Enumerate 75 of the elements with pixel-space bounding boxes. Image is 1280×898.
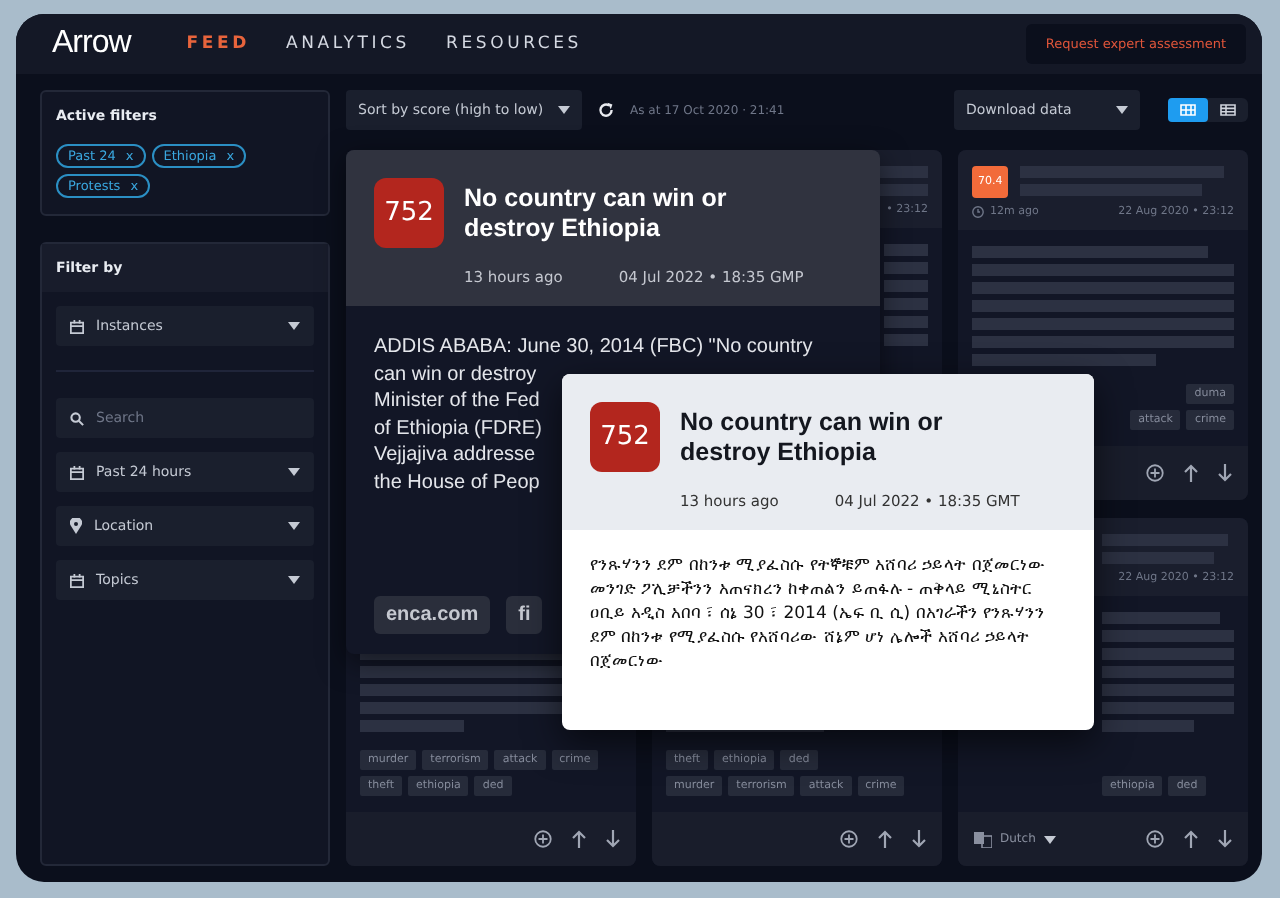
downvote-button[interactable] — [912, 830, 926, 848]
placeholder-bar — [1102, 533, 1228, 545]
caret-icon — [288, 322, 300, 330]
caret-icon — [1116, 106, 1128, 114]
article-text-line: ADDIS ABABA: June 30, 2014 (FBC) "No country — [374, 334, 813, 361]
add-circle-icon — [1146, 463, 1164, 482]
location-pin-icon — [70, 518, 82, 534]
placeholder-bar — [1102, 719, 1195, 731]
placeholder-bar — [1102, 701, 1234, 713]
upvote-button[interactable] — [878, 830, 892, 848]
placeholder-bar — [883, 334, 928, 346]
add-button[interactable] — [840, 830, 858, 848]
down-arrow-icon — [1218, 463, 1232, 482]
nav-tab[interactable]: RESOURCES — [446, 34, 582, 54]
logo[interactable]: Arrow — [52, 26, 131, 62]
card-title: No country can win or destroy Ethiopia — [464, 183, 729, 243]
add-circle-icon — [1146, 830, 1164, 848]
placeholder-bar — [1102, 647, 1234, 659]
refresh-icon[interactable] — [598, 102, 614, 118]
article-text-line: can win or destroy — [374, 361, 537, 388]
placeholder-bar — [883, 316, 928, 328]
article-text-line: Minister of the Fed — [374, 388, 540, 415]
article-text-line: of Ethiopia (FDRE) — [374, 415, 542, 442]
add-circle-icon — [840, 830, 858, 848]
up-arrow-icon — [1184, 830, 1198, 848]
placeholder-bar — [1102, 611, 1221, 623]
add-button[interactable] — [1146, 830, 1164, 848]
down-arrow-icon — [606, 830, 620, 848]
article-text-line: Vejjajiva addresse — [374, 442, 536, 469]
nav-tab[interactable]: ANALYTICS — [285, 34, 410, 54]
up-arrow-icon — [878, 830, 892, 848]
placeholder-bar — [1102, 551, 1215, 563]
placeholder-bar — [883, 280, 928, 292]
table-icon — [1220, 104, 1236, 116]
placeholder-bar — [883, 262, 928, 274]
placeholder-bar — [360, 720, 465, 732]
source-chip[interactable]: enca.com — [374, 596, 491, 634]
up-arrow-icon — [1184, 463, 1198, 482]
search-icon — [70, 411, 84, 425]
add-button[interactable] — [1146, 463, 1164, 482]
placeholder-bar — [1102, 665, 1234, 677]
article-text: የንጹሃንን ደም በከንቱ ሚያፈስሱ የትኞቹም አሸባሪ ኃይላት በጀመርነው መንገድ ፖሊቻችንን አጠናክረን ከቀጠልን ይጠፋሉ - ጠቅላይ ሚኒስትር ዐቢይ አዲስ አበባ ፣ ሰኔ 30 ፣ 2014 (ኤፍ ቢ ሲ) በአገራችን የንጹሃንን ደም በከንቱ የሚያፈስሱ የአሸባሪው ሸኔም ሆነ ሌሎች አሸባሪ ኃይላት በጀመርነው — [588, 554, 1048, 676]
downvote-button[interactable] — [1218, 830, 1232, 848]
grid-view-button[interactable] — [1168, 98, 1208, 122]
score-badge: 752 — [374, 178, 444, 248]
calendar-icon — [70, 465, 84, 479]
add-button[interactable] — [534, 830, 552, 848]
upvote-button[interactable] — [1184, 830, 1198, 848]
nav-tab[interactable]: FEED — [186, 34, 250, 54]
downvote-button[interactable] — [606, 830, 620, 848]
upvote-button[interactable] — [572, 830, 586, 848]
source-chip[interactable]: fi — [506, 596, 543, 634]
caret-icon — [288, 522, 300, 530]
downvote-button[interactable] — [1218, 463, 1232, 482]
placeholder-bar — [1102, 683, 1234, 695]
calendar-icon — [70, 573, 84, 587]
clock-icon — [972, 206, 984, 218]
article-text-line: the House of Peop — [374, 469, 540, 496]
caret-icon — [558, 106, 570, 114]
popup-title: No country can win or destroy Ethiopia — [680, 407, 945, 467]
calendar-icon — [70, 319, 84, 333]
score-badge: 752 — [590, 402, 660, 472]
translate-icon — [974, 831, 992, 847]
upvote-button[interactable] — [1184, 463, 1198, 482]
caret-icon — [288, 468, 300, 476]
caret-icon — [288, 576, 300, 584]
placeholder-bar — [883, 244, 928, 256]
grid-icon — [1180, 104, 1196, 116]
down-arrow-icon — [912, 830, 926, 848]
add-circle-icon — [534, 830, 552, 848]
up-arrow-icon — [572, 830, 586, 848]
placeholder-bar — [1102, 629, 1234, 641]
down-arrow-icon — [1218, 830, 1232, 848]
caret-icon — [1043, 835, 1056, 843]
placeholder-bar — [883, 298, 928, 310]
